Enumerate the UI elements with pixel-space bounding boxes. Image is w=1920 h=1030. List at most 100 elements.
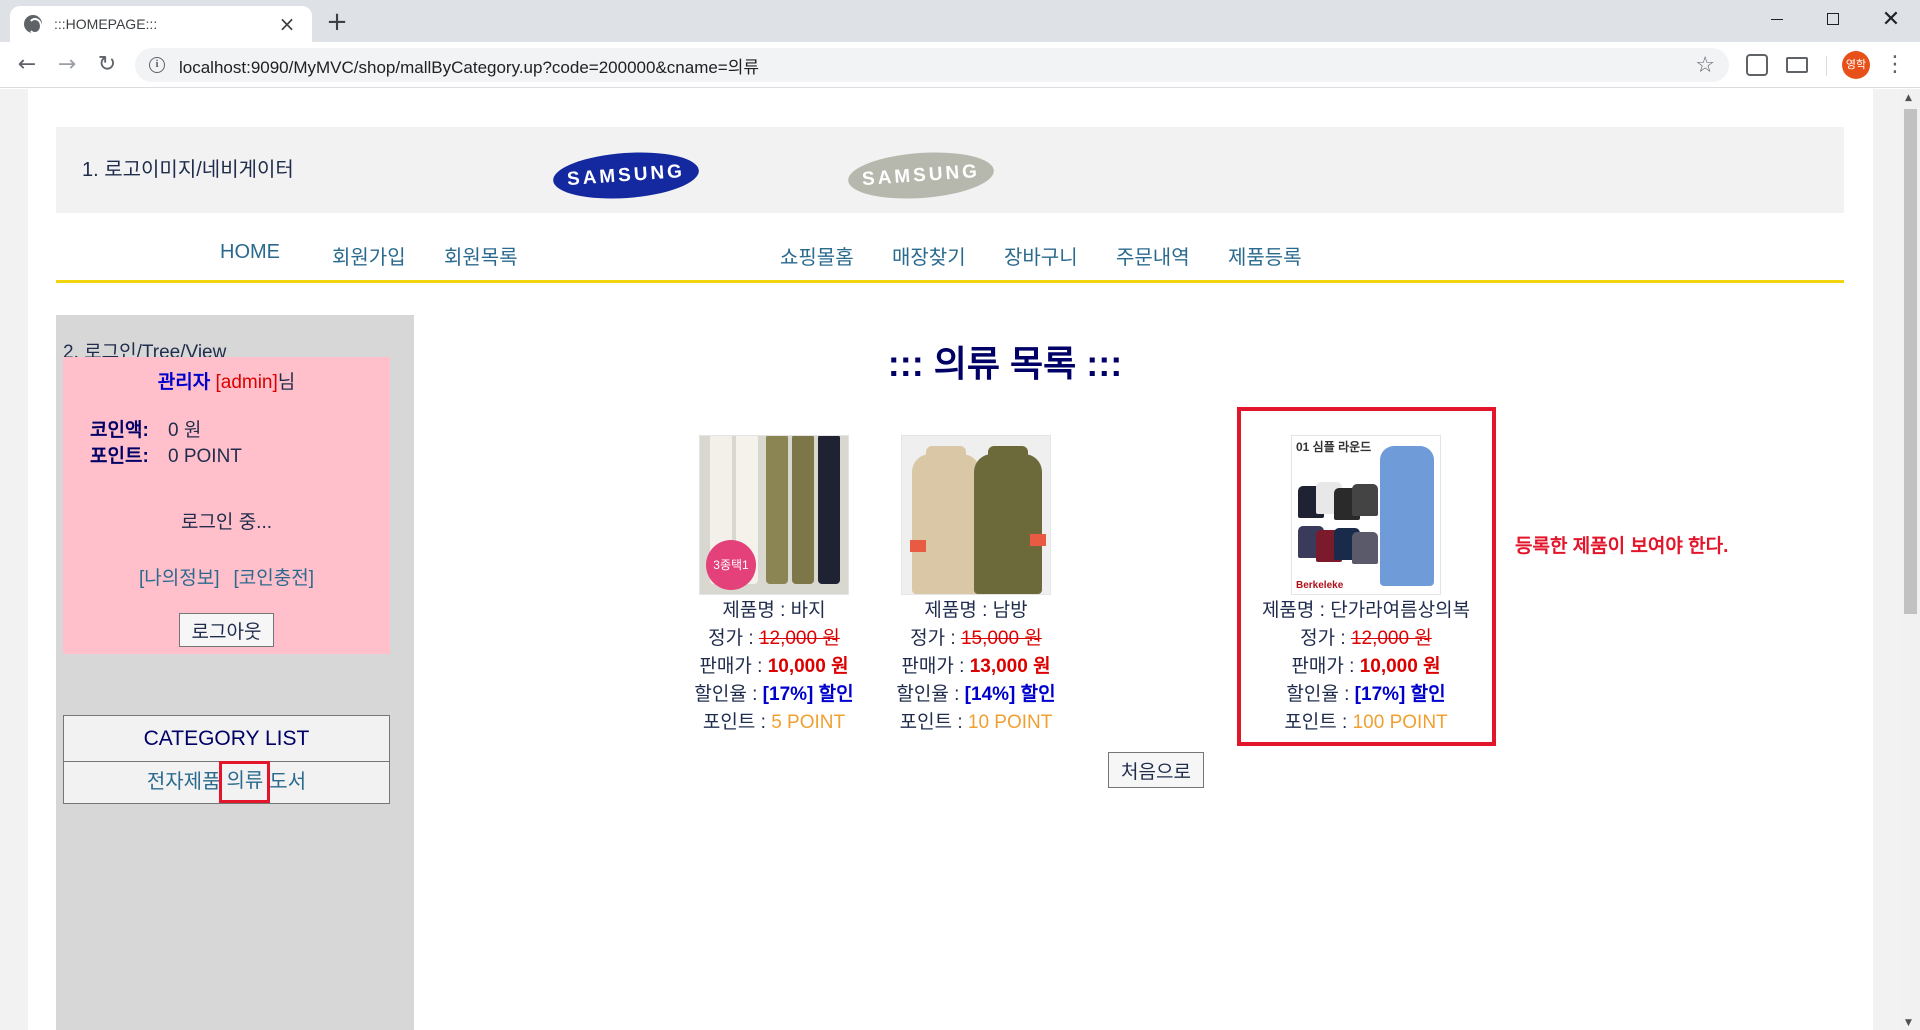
logout-button[interactable]: 로그아웃: [179, 613, 274, 647]
product-price: 12,000 원: [758, 628, 840, 649]
header-label: 1. 로고이미지/네비게이터: [82, 159, 294, 181]
nav-shop-home[interactable]: 쇼핑몰홈: [780, 241, 854, 270]
label: 할인율 :: [896, 684, 965, 705]
product-discount-row: 할인율 : [14%] 할인: [876, 681, 1076, 709]
product-sale-price: 13,000 원: [969, 656, 1051, 677]
product-sale-row: 판매가 : 13,000 원: [876, 653, 1076, 681]
product-sale-price: 10,000 원: [767, 656, 849, 677]
logo-text: SAMSUNG: [566, 160, 686, 190]
samsung-logo-blue[interactable]: SAMSUNG: [551, 147, 701, 204]
coin-row: 코인액: 0 원: [90, 415, 201, 442]
product-point: 5 POINT: [771, 712, 846, 733]
coin-label: 코인액:: [90, 420, 149, 441]
globe-icon: [24, 15, 42, 34]
product-price-row: 정가 : 12,000 원: [674, 625, 874, 653]
product-card[interactable]: 제품명 : 남방 정가 : 15,000 원 판매가 : 13,000 원 할인…: [876, 435, 1076, 737]
scroll-down-icon[interactable]: ▼: [1905, 1018, 1912, 1028]
user-role: 관리자: [157, 372, 211, 393]
back-to-start-button[interactable]: 처음으로: [1108, 752, 1204, 788]
bookmark-star-icon[interactable]: ☆: [1695, 53, 1715, 78]
product-name-row: 제품명 : 바지: [674, 597, 874, 625]
browser-toolbar: ← → ↻ i localhost:9090/MyMVC/shop/mallBy…: [0, 42, 1920, 88]
browser-tab[interactable]: :::HOMEPAGE::: ×: [10, 6, 312, 42]
product-discount-row: 할인율 : [17%] 할인: [674, 681, 874, 709]
nav-home[interactable]: HOME: [220, 241, 280, 264]
category-clothing[interactable]: 의류: [219, 761, 271, 803]
category-books[interactable]: 도서: [268, 762, 307, 802]
profile-avatar[interactable]: 영학: [1842, 51, 1870, 79]
nav-register[interactable]: 회원가입: [332, 241, 406, 270]
back-arrow-icon[interactable]: ←: [12, 50, 42, 80]
label: 제품명 :: [924, 600, 993, 621]
point-row: 포인트: 0 POINT: [90, 441, 242, 468]
nav-member-list[interactable]: 회원목록: [444, 241, 518, 270]
page-viewport: 1. 로고이미지/네비게이터 SAMSUNG SAMSUNG HOME 회원가입…: [0, 89, 1920, 1030]
forward-arrow-icon[interactable]: →: [52, 50, 82, 80]
product-point-row: 포인트 : 5 POINT: [674, 709, 874, 737]
scroll-up-icon[interactable]: ▲: [1905, 93, 1912, 103]
toolbar-divider: [1826, 56, 1827, 76]
label: 할인율 :: [694, 684, 763, 705]
product-name: 남방: [992, 600, 1028, 621]
point-label: 포인트:: [90, 446, 149, 467]
product-discount: [14%] 할인: [964, 684, 1056, 705]
category-title: CATEGORY LIST: [64, 716, 389, 762]
product-sale-row: 판매가 : 10,000 원: [674, 653, 874, 681]
page-title: ::: 의류 목록 :::: [887, 343, 1123, 384]
product-point: 10 POINT: [967, 712, 1053, 733]
window-close-button[interactable]: ✕: [1864, 0, 1918, 38]
greeting-suffix: 님: [277, 372, 296, 393]
tab-title: :::HOMEPAGE:::: [54, 16, 158, 32]
header-section: 1. 로고이미지/네비게이터 SAMSUNG SAMSUNG: [56, 127, 1844, 213]
login-status: 로그인 중...: [180, 512, 273, 533]
product-image-shirt[interactable]: [901, 435, 1051, 595]
product-name: 바지: [790, 600, 826, 621]
main-content: ::: 의류 목록 ::: 3종택1 제품명 : 바지 정가 : 12,000 …: [414, 315, 1844, 1030]
new-tab-button[interactable]: +: [322, 8, 352, 38]
browser-tabbar: :::HOMEPAGE::: × + ✕: [0, 0, 1920, 42]
label: 포인트 :: [899, 712, 968, 733]
window-restore-button[interactable]: [1806, 0, 1860, 38]
url-text[interactable]: localhost:9090/MyMVC/shop/mallByCategory…: [179, 53, 1695, 78]
nav-store-finder[interactable]: 매장찾기: [892, 241, 966, 270]
info-icon[interactable]: i: [149, 57, 165, 73]
product-discount: [17%] 할인: [762, 684, 854, 705]
nav-product-register[interactable]: 제품등록: [1228, 241, 1302, 270]
annotation-note: 등록한 제품이 보여야 한다.: [1515, 536, 1729, 557]
nav-orders[interactable]: 주문내역: [1116, 241, 1190, 270]
samsung-logo-gray[interactable]: SAMSUNG: [846, 147, 996, 204]
window-minimize-button[interactable]: [1750, 0, 1804, 38]
coin-charge-link[interactable]: [코인충전]: [234, 568, 314, 589]
sidebar: 2. 로그인/Tree/View 관리자 [admin]님 코인액: 0 원 포인…: [56, 315, 414, 1030]
point-value: 0 POINT: [168, 446, 242, 467]
new-product-highlight: [1237, 407, 1496, 746]
product-card[interactable]: 3종택1 제품명 : 바지 정가 : 12,000 원 판매가 : 10,000…: [674, 435, 874, 737]
category-items: 전자제품 의류 도서: [64, 761, 389, 803]
product-name-row: 제품명 : 남방: [876, 597, 1076, 625]
scroll-thumb[interactable]: [1904, 109, 1917, 614]
my-info-link[interactable]: [나의정보]: [139, 568, 219, 589]
label: 제품명 :: [722, 600, 791, 621]
reload-icon[interactable]: ↻: [92, 50, 122, 80]
page-container: 1. 로고이미지/네비게이터 SAMSUNG SAMSUNG HOME 회원가입…: [28, 89, 1873, 1030]
extension-icon[interactable]: [1746, 54, 1768, 76]
product-image-pants[interactable]: 3종택1: [699, 435, 849, 595]
cast-icon[interactable]: [1786, 57, 1808, 73]
login-greeting: 관리자 [admin]님: [63, 367, 390, 394]
nav-cart[interactable]: 장바구니: [1004, 241, 1078, 270]
user-id: [admin]: [215, 372, 278, 393]
browser-menu-icon[interactable]: ⋮: [1880, 50, 1910, 80]
category-electronics[interactable]: 전자제품: [146, 762, 222, 802]
tab-close-icon[interactable]: ×: [276, 14, 298, 34]
logo-text: SAMSUNG: [861, 160, 981, 190]
category-list: CATEGORY LIST 전자제품 의류 도서: [63, 715, 390, 804]
label: 포인트 :: [702, 712, 772, 733]
page-scrollbar[interactable]: ▲ ▼: [1901, 89, 1920, 1030]
login-info-box: 관리자 [admin]님 코인액: 0 원 포인트: 0 POINT 로그인 중..…: [63, 357, 390, 654]
label: 정가 :: [910, 628, 961, 649]
label: 판매가 :: [901, 656, 970, 677]
product-price: 15,000 원: [960, 628, 1042, 649]
label: 판매가 :: [699, 656, 768, 677]
address-bar[interactable]: i localhost:9090/MyMVC/shop/mallByCatego…: [135, 48, 1729, 82]
coin-value: 0 원: [168, 420, 202, 441]
